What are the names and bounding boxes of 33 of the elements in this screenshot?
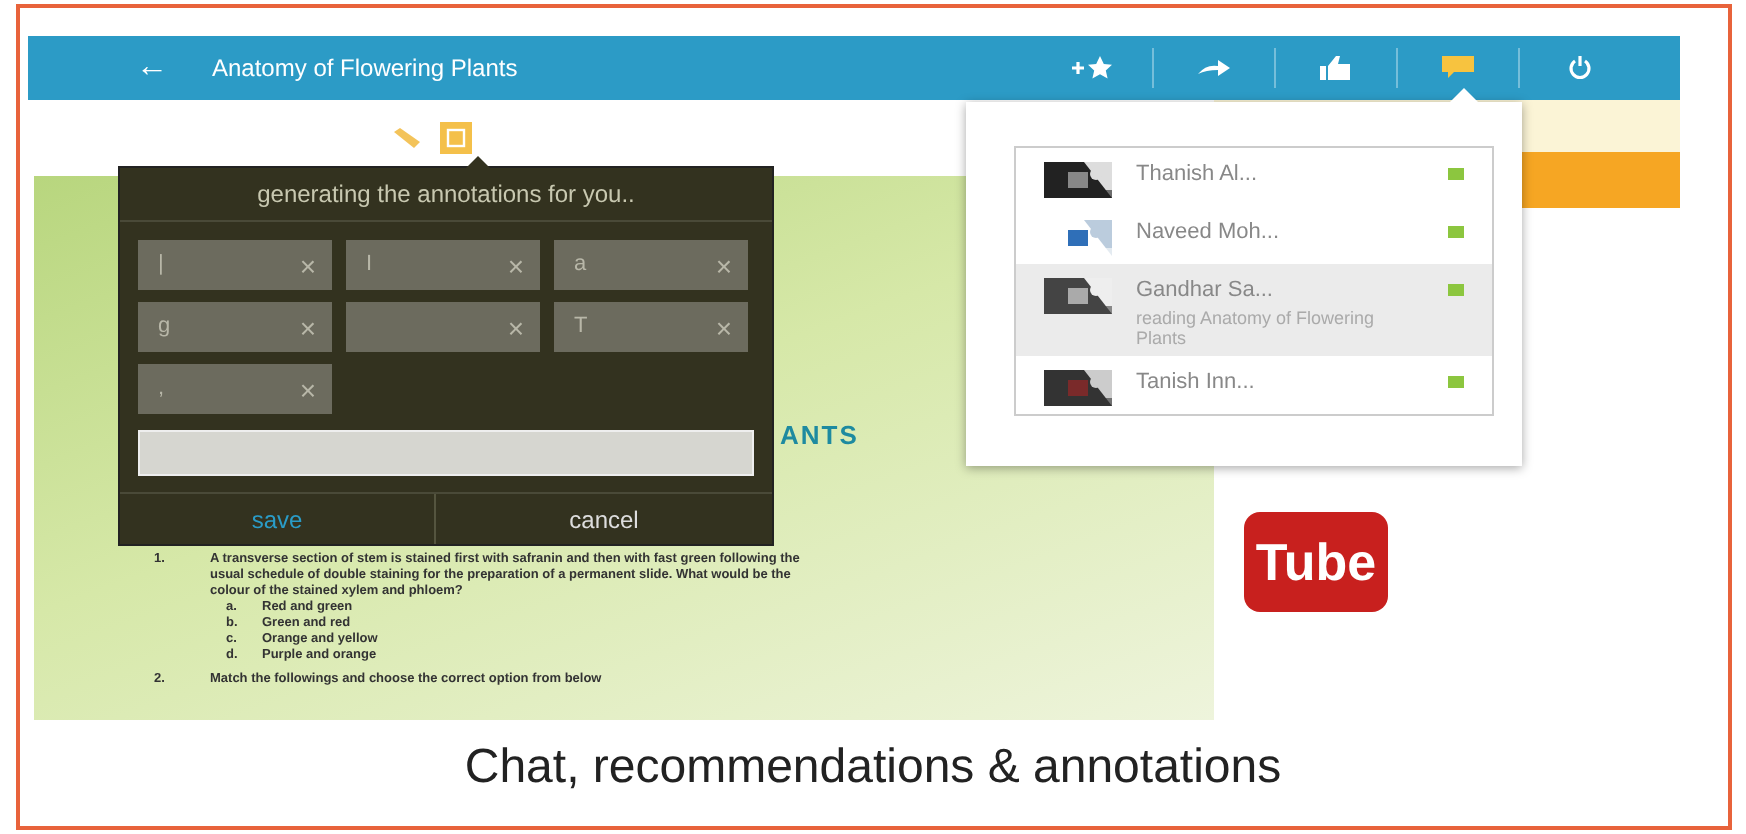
contact-item[interactable]: Thanish Al...	[1016, 148, 1492, 206]
annotation-chip[interactable]: I ×	[346, 240, 540, 290]
window-title: Anatomy of Flowering Plants	[212, 52, 518, 86]
contact-status: reading Anatomy of Flowering Plants	[1136, 307, 1377, 347]
annotation-chip[interactable]: a ×	[554, 240, 748, 290]
annotation-chip[interactable]: , ×	[138, 364, 332, 414]
contact-name: Naveed Moh...	[1136, 218, 1282, 248]
remove-button[interactable]: ×	[299, 375, 316, 403]
contact-item[interactable]: Gandhar Sa... reading Anatomy of Flowering Plants	[1016, 264, 1492, 355]
remove-button[interactable]: ×	[715, 251, 732, 279]
remove-button[interactable]: ×	[507, 251, 524, 279]
contact-item[interactable]: Naveed Moh...	[1016, 206, 1492, 264]
remove-button[interactable]: ×	[299, 251, 316, 279]
contact-name: Gandhar Sa...	[1136, 276, 1275, 306]
save-button[interactable]: save	[120, 494, 436, 544]
remove-button[interactable]: ×	[299, 313, 316, 341]
figure-caption: Chat, recommendations & annotations	[462, 738, 1284, 798]
remove-button[interactable]: ×	[715, 313, 732, 341]
annotation-chip[interactable]: g ×	[138, 302, 332, 352]
contact-name: Thanish Al...	[1136, 160, 1260, 190]
annotation-chip[interactable]: T ×	[554, 302, 748, 352]
annotation-chip[interactable]: ×	[346, 302, 540, 352]
contact-name: Tanish Inn...	[1136, 367, 1257, 397]
note-icon[interactable]	[440, 122, 472, 154]
contact-item[interactable]: Tanish Inn...	[1016, 355, 1492, 413]
annotation-chip[interactable]: | ×	[138, 240, 332, 290]
back-button[interactable]: ←	[124, 50, 180, 86]
heading-text: ANTS	[780, 418, 859, 454]
video-logo: Tube	[1244, 512, 1388, 612]
annotation-input[interactable]	[138, 430, 754, 476]
remove-button[interactable]: ×	[507, 313, 524, 341]
dialog-title: generating the annotations for you..	[120, 168, 772, 222]
cancel-button[interactable]: cancel	[436, 494, 772, 544]
